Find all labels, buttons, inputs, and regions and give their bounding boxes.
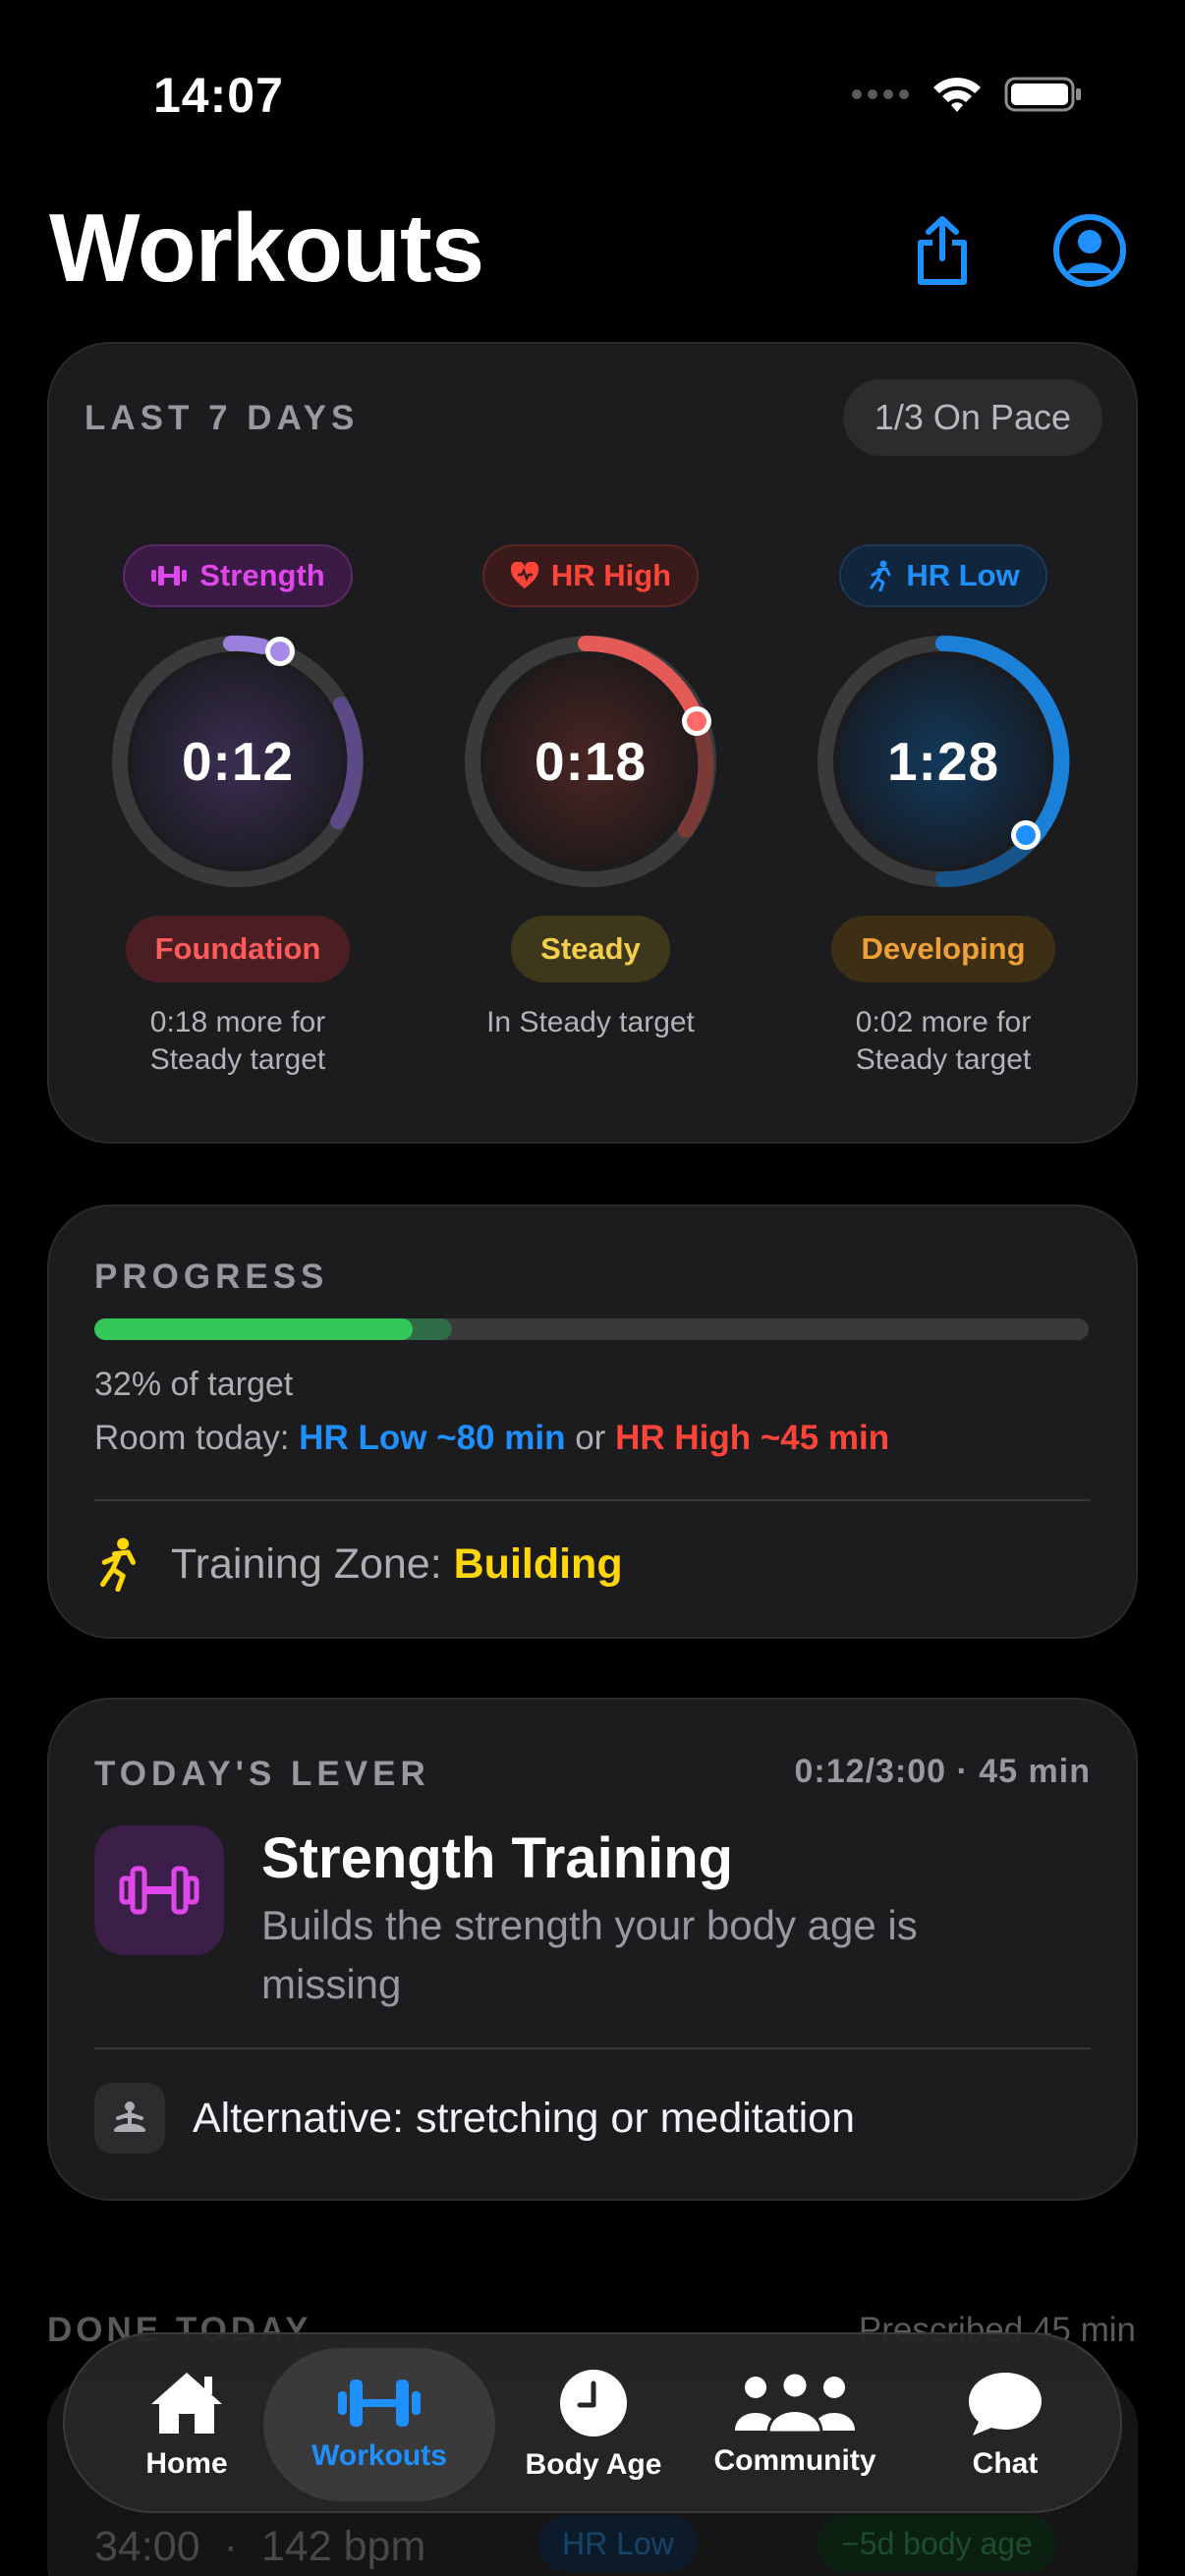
alternative-text: Alternative: stretching or meditation (193, 2094, 855, 2142)
hr-low-note: 0:02 more for Steady target (855, 1006, 1032, 1076)
room-or: or (575, 1419, 606, 1457)
wifi-icon (933, 78, 981, 112)
on-pace-badge: 1/3 On Pace (842, 379, 1102, 456)
strength-ring: 0:12 (105, 629, 370, 894)
lever-divider (94, 2047, 1091, 2049)
lever-title: Strength Training (261, 1826, 734, 1890)
done-bpm: 142 bpm (260, 2523, 426, 2570)
strength-tag: Strength (123, 544, 353, 607)
done-zone-pill: HR Low (538, 2515, 698, 2572)
battery-icon (1004, 77, 1081, 112)
dumbbell-icon (119, 1866, 199, 1915)
tab-community-label: Community (713, 2444, 876, 2477)
hr-high-ring-column[interactable]: HR High 0:18 Steady In Steady target (414, 544, 767, 1041)
done-today-stats: 34:00 · 142 bpm (94, 2523, 425, 2571)
hr-high-tag: HR High (481, 544, 700, 607)
strength-tag-label: Strength (199, 558, 325, 592)
done-separator: · (223, 2523, 238, 2570)
lever-description: Builds the strength your body age is mis… (261, 1902, 918, 2007)
strength-ring-value: 0:12 (181, 731, 295, 792)
tab-workouts-label: Workouts (311, 2439, 447, 2472)
hr-high-tag-label: HR High (550, 558, 672, 592)
todays-lever-card[interactable]: TODAY'S LEVER 0:12/3:00 · 45 min Strengt… (47, 1698, 1138, 2201)
progress-percent-text: 32% of target (94, 1366, 294, 1403)
progress-bar-fill (94, 1318, 413, 1340)
room-hr-low: HR Low ~80 min (299, 1419, 566, 1457)
meditation-icon (114, 2101, 145, 2132)
strength-level-badge: Foundation (125, 916, 351, 982)
hr-high-level-badge: Steady (511, 916, 670, 982)
tab-body-age-label: Body Age (525, 2448, 662, 2481)
tab-chat-label: Chat (972, 2447, 1039, 2480)
tab-chat[interactable]: Chat (898, 2348, 1112, 2501)
dumbbell-icon (151, 566, 188, 586)
share-icon (918, 216, 967, 285)
house-icon (151, 2373, 222, 2434)
alternative-row[interactable]: Alternative: stretching or meditation (94, 2083, 855, 2154)
training-zone-value: Building (453, 1540, 623, 1588)
tab-community[interactable]: Community (692, 2348, 898, 2501)
cellular-signal-icon (852, 89, 909, 99)
hr-low-ring: 1:28 (811, 629, 1076, 894)
training-zone-prefix: Training Zone: (171, 1540, 442, 1588)
lever-icon-tile (94, 1825, 224, 1955)
hr-low-tag: HR Low (839, 544, 1047, 607)
chat-bubble-icon (969, 2373, 1042, 2436)
hr-low-ring-column[interactable]: HR Low 1:28 Developing 0:02 more for Ste… (766, 544, 1120, 1079)
tab-bar: Home Workouts Body Age Community Chat (63, 2332, 1122, 2513)
clock-icon (560, 2370, 627, 2436)
status-icons (851, 75, 1083, 114)
tab-body-age[interactable]: Body Age (495, 2348, 692, 2501)
progress-label: PROGRESS (94, 1258, 329, 1296)
profile-button[interactable] (1045, 206, 1134, 295)
progress-card: PROGRESS 32% of target Room today: HR Lo… (47, 1204, 1138, 1639)
strength-note: 0:18 more for Steady target (149, 1006, 326, 1076)
done-body-age-pill: −5d body age (818, 2515, 1056, 2572)
hr-high-ring-value: 0:18 (534, 731, 648, 792)
room-hr-high: HR High ~45 min (615, 1419, 890, 1457)
last-7-days-label: LAST 7 DAYS (85, 399, 360, 437)
room-today-prefix: Room today: (94, 1419, 290, 1457)
page-title: Workouts (49, 194, 484, 302)
running-figure-icon (870, 560, 891, 591)
room-today-text: Room today: HR Low ~80 min or HR High ~4… (94, 1419, 889, 1458)
hr-high-note: In Steady target (486, 1006, 695, 1038)
last-7-days-card: LAST 7 DAYS 1/3 On Pace Strength 0:12 Fo… (47, 342, 1138, 1144)
tab-workouts[interactable]: Workouts (263, 2348, 495, 2501)
heart-icon (510, 562, 538, 588)
hr-low-ring-value: 1:28 (886, 731, 1000, 792)
strength-ring-column[interactable]: Strength 0:12 Foundation 0:18 more for S… (61, 544, 415, 1079)
meditation-icon-tile (94, 2083, 165, 2154)
people-icon (735, 2372, 855, 2435)
running-figure-icon (100, 1538, 136, 1592)
training-zone-row[interactable]: Training Zone: Building (94, 1537, 623, 1592)
hr-high-ring: 0:18 (458, 629, 723, 894)
tab-home-label: Home (145, 2447, 228, 2480)
lever-meta: 0:12/3:00 · 45 min (794, 1753, 1091, 1790)
todays-lever-label: TODAY'S LEVER (94, 1755, 430, 1793)
progress-bar (94, 1318, 1089, 1340)
hr-low-level-badge: Developing (831, 916, 1055, 982)
done-duration: 34:00 (94, 2523, 200, 2570)
progress-divider (94, 1499, 1091, 1501)
profile-icon (1053, 214, 1126, 287)
share-button[interactable] (898, 206, 987, 295)
hr-low-tag-label: HR Low (906, 558, 1020, 592)
dumbbell-icon (338, 2380, 421, 2427)
status-time: 14:07 (153, 68, 284, 123)
